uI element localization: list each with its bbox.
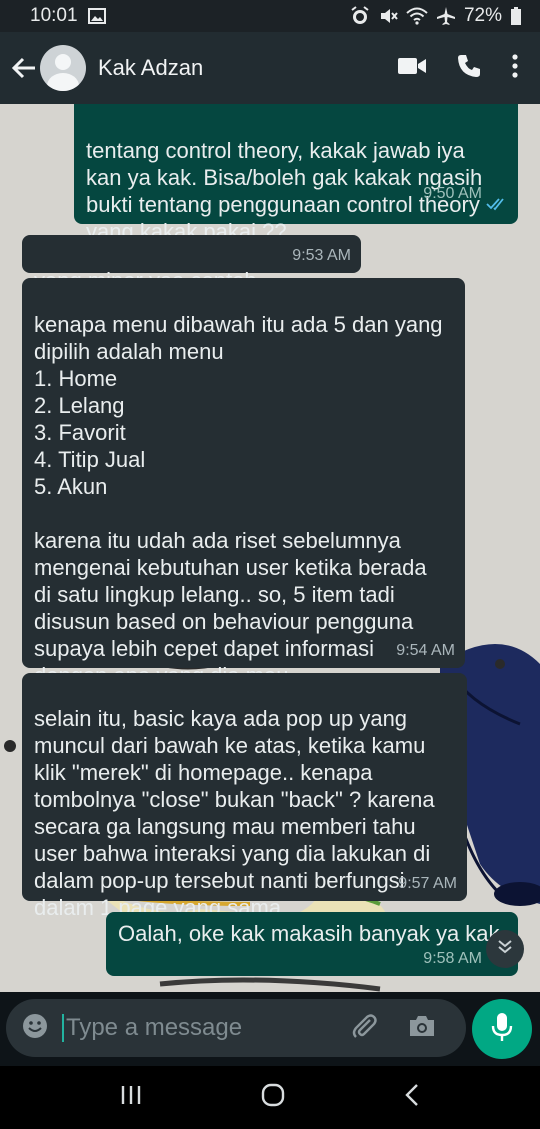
- wifi-icon: [406, 7, 428, 25]
- message-incoming[interactable]: kenapa menu dibawah itu ada 5 dan yang d…: [22, 278, 465, 688]
- message-time: 9:50 AM: [423, 184, 482, 202]
- recent-apps-icon[interactable]: [120, 1085, 142, 1110]
- microphone-icon: [491, 1012, 513, 1047]
- gallery-notification-icon: [87, 8, 106, 24]
- message-outgoing[interactable]: Oalah, oke kak makasih banyak ya kak 9:5…: [106, 912, 518, 976]
- scroll-to-bottom-button[interactable]: [486, 930, 524, 968]
- message-text: selain itu, basic kaya ada pop up yang m…: [34, 706, 435, 920]
- message-incoming[interactable]: selain itu, basic kaya ada pop up yang m…: [22, 673, 467, 920]
- message-time: 9:53 AM: [292, 247, 351, 264]
- message-text: Oalah, oke kak makasih banyak ya kak: [118, 921, 500, 946]
- read-receipt-icon: [486, 166, 508, 220]
- video-call-icon[interactable]: [398, 56, 426, 81]
- message-input[interactable]: [66, 1014, 346, 1042]
- contact-name[interactable]: Kak Adzan: [98, 55, 203, 81]
- message-outgoing[interactable]: tentang control theory, kakak jawab iya …: [74, 104, 518, 244]
- message-composer[interactable]: [6, 999, 466, 1057]
- chat-area[interactable]: tentang control theory, kakak jawab iya …: [0, 104, 540, 992]
- mute-icon: [378, 6, 398, 26]
- message-text: kenapa menu dibawah itu ada 5 dan yang d…: [34, 312, 443, 688]
- camera-icon[interactable]: [408, 1014, 436, 1043]
- back-arrow-icon[interactable]: [6, 50, 42, 86]
- back-icon[interactable]: [404, 1083, 420, 1112]
- message-time: 9:57 AM: [398, 875, 457, 892]
- more-options-icon[interactable]: [512, 53, 518, 83]
- system-navigation-bar: [0, 1066, 540, 1129]
- battery-percent: 72%: [463, 5, 502, 26]
- microphone-button[interactable]: [472, 999, 532, 1059]
- emoji-icon[interactable]: [22, 1013, 48, 1044]
- message-incoming[interactable]: yang minor yaa contoh, 9:53 AM: [22, 235, 361, 293]
- home-icon[interactable]: [261, 1083, 285, 1112]
- contact-avatar[interactable]: [40, 45, 86, 91]
- double-chevron-down-icon: [497, 939, 513, 960]
- text-cursor: [62, 1014, 64, 1042]
- paperclip-icon[interactable]: [350, 1012, 378, 1045]
- airplane-mode-icon: [436, 6, 456, 26]
- status-time: 10:01: [30, 5, 78, 26]
- message-time: 9:54 AM: [396, 642, 455, 659]
- chat-header: Kak Adzan: [0, 32, 540, 104]
- composer-area: [0, 992, 540, 1066]
- message-time: 9:58 AM: [423, 950, 482, 967]
- voice-call-icon[interactable]: [456, 53, 482, 84]
- alarm-icon: [350, 6, 370, 26]
- status-bar: 10:01 72%: [0, 0, 540, 32]
- battery-icon: [510, 6, 522, 26]
